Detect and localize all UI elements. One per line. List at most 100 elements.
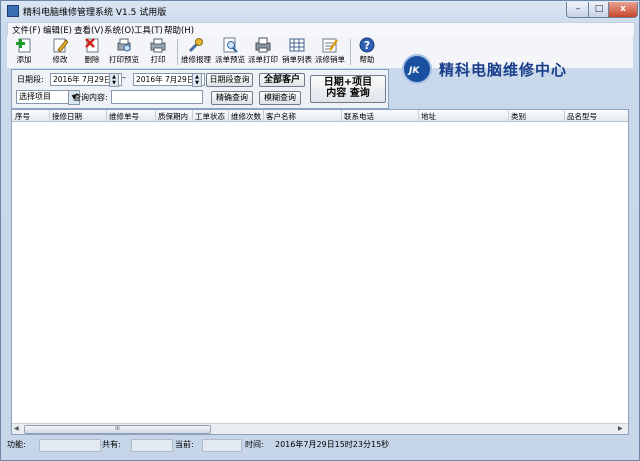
delete-icon [85,38,99,53]
company-logo: JK 精科电脑维修中心 [402,52,612,88]
menu-help[interactable]: 帮助(H) [164,24,194,36]
title-bar[interactable]: 精科电脑维修管理系统 V1.5 试用版 – □ x [1,1,639,21]
column-divider [508,110,509,121]
help-button[interactable]: ? 帮助 [355,37,379,67]
date-item-query-button[interactable]: 日期+项目 内容 查询 [310,75,386,103]
repair-button[interactable]: 维修报理 [180,37,212,67]
cancel-order-icon [322,38,338,53]
print-button[interactable]: 打印 [145,37,171,67]
repair-label: 维修报理 [181,55,211,64]
column-header[interactable]: 联系电话 [344,111,374,122]
repair-icon [188,38,203,53]
column-header[interactable]: 维修次数 [231,111,261,122]
print-icon [150,38,166,53]
dispatch-preview-icon [223,37,238,53]
date-separator: – [122,73,126,82]
app-window: 精科电脑维修管理系统 V1.5 试用版 – □ x 文件(F) 编辑(E) 查看… [0,0,640,461]
add-button[interactable]: 添加 [11,37,37,67]
fuzzy-query-button[interactable]: 模糊查询 [259,91,301,105]
add-label: 添加 [16,55,32,64]
print-preview-icon [117,38,131,52]
print-preview-label: 打印预览 [109,55,139,64]
edit-label: 修改 [52,55,68,64]
maximize-button[interactable]: □ [588,2,610,18]
column-divider [155,110,156,121]
menu-file[interactable]: 文件(F) [12,24,41,36]
dispatch-print-label: 派单打印 [248,55,278,64]
column-divider [418,110,419,121]
logo-badge-text: JK [409,66,420,76]
delete-label: 删除 [84,55,100,64]
cancel-order-button[interactable]: 派修销单 [314,37,346,67]
add-icon [16,38,31,53]
column-divider [341,110,342,121]
date-from-spinner[interactable]: ▲ ▼ [109,73,119,87]
menu-bar: 文件(F) 编辑(E) 查看(V) 系统(O) 工具(T) 帮助(H) [7,22,635,37]
dispatch-print-button[interactable]: 派单打印 [247,37,279,67]
column-header[interactable]: 质保期内 [158,111,188,122]
cancel-order-label: 派修销单 [315,55,345,64]
column-header[interactable]: 序号 [15,111,30,122]
edit-icon [53,38,68,53]
dispatch-preview-button[interactable]: 派单预览 [214,37,246,67]
column-divider [106,110,107,121]
date-to-spinner[interactable]: ▲ ▼ [192,73,202,87]
column-divider [49,110,50,121]
minimize-button[interactable]: – [566,2,590,18]
status-total-label: 共有: [102,440,121,449]
filter-panel: 日期段: 2016年 7月29日 ▲ ▼ – 2016年 7月29日 ▲ ▼ 日期段… [11,69,389,109]
item-select[interactable]: 选择项目 [16,90,69,104]
status-current-label: 当前: [175,440,194,449]
app-icon [7,5,19,17]
column-divider [228,110,229,121]
column-header[interactable]: 工单状态 [195,111,225,122]
order-list-button[interactable]: 销单列表 [281,37,313,67]
list-icon [289,38,305,52]
close-button[interactable]: x [608,2,638,18]
menu-tools[interactable]: 工具(T) [134,24,163,36]
column-divider [564,110,565,121]
column-header[interactable]: 品名型号 [567,111,597,122]
date-range-query-button[interactable]: 日期段查询 [206,73,253,87]
help-label: 帮助 [359,55,375,64]
column-header[interactable]: 地址 [421,111,436,122]
window-title: 精科电脑维修管理系统 V1.5 试用版 [23,8,167,18]
logo-text: 精科电脑维修中心 [439,61,568,79]
menu-edit[interactable]: 编辑(E) [43,24,72,36]
column-header[interactable]: 类别 [511,111,526,122]
delete-button[interactable]: 删除 [79,37,105,67]
status-total-value [131,439,173,452]
dispatch-preview-label: 派单预览 [215,55,245,64]
column-header[interactable]: 客户名称 [266,111,296,122]
horizontal-scrollbar[interactable]: ◀ III ▶ [12,423,628,434]
svg-text:?: ? [364,39,370,52]
toolbar-separator [350,39,351,65]
scroll-right-icon[interactable]: ▶ [618,425,623,432]
date-item-query-line2: 内容 查询 [326,88,370,99]
status-function-value [39,439,101,452]
query-content-label: 查询内容: [73,93,108,102]
status-time-label: 时间: [245,440,264,449]
date-range-label: 日期段: [17,75,44,84]
exact-query-button[interactable]: 精确查询 [211,91,253,105]
column-header[interactable]: 维修单号 [109,111,139,122]
menu-view[interactable]: 查看(V) [74,24,103,36]
print-label: 打印 [150,55,166,64]
edit-button[interactable]: 修改 [47,37,73,67]
menu-system[interactable]: 系统(O) [104,24,134,36]
scroll-left-icon[interactable]: ◀ [14,425,19,432]
logo-badge: JK [402,54,432,84]
column-header[interactable]: 接修日期 [52,111,82,122]
records-grid[interactable]: 序号 接修日期 维修单号 质保期内 工单状态 维修次数 客户名称 联系电话 地址… [11,109,629,435]
date-item-query-line1: 日期+项目 [323,77,373,88]
scrollbar-thumb[interactable]: III [24,425,211,434]
status-bar: 功能: 共有: 当前: 时间: 2016年7月29日15时23分15秒 [5,438,635,452]
help-icon: ? [359,37,375,53]
status-time-value: 2016年7月29日15时23分15秒 [275,440,390,449]
all-customers-button[interactable]: 全部客户 [259,73,305,87]
query-content-input[interactable] [111,90,203,104]
order-list-label: 销单列表 [282,55,312,64]
print-preview-button[interactable]: 打印预览 [107,37,141,67]
column-divider [192,110,193,121]
column-divider [263,110,264,121]
